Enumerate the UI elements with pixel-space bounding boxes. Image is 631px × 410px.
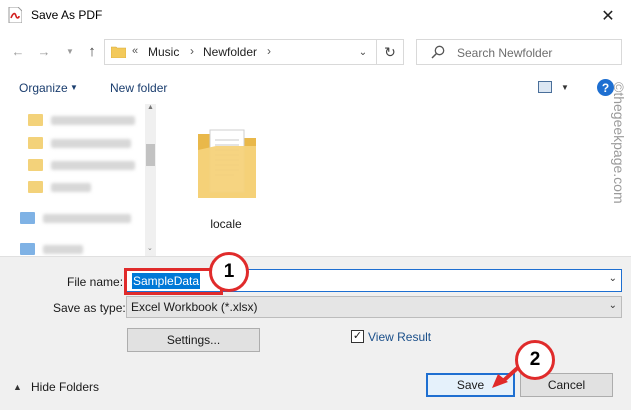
nav-item[interactable] bbox=[20, 210, 131, 226]
scroll-down-icon[interactable]: ⌄ bbox=[147, 244, 153, 252]
step-2-badge: 2 bbox=[515, 340, 555, 380]
up-button[interactable]: ↑ bbox=[82, 42, 102, 60]
search-placeholder: Search Newfolder bbox=[457, 46, 553, 60]
view-result-checkbox[interactable]: ✓ bbox=[351, 330, 364, 343]
address-bar[interactable]: « Music › Newfolder › ⌄ ↻ bbox=[104, 39, 404, 65]
blurred-label bbox=[51, 182, 91, 192]
address-row: ← → ▼ ↑ « Music › Newfolder › ⌄ ↻ Search… bbox=[0, 31, 631, 71]
close-icon: ✕ bbox=[601, 7, 615, 25]
change-view-button[interactable] bbox=[538, 81, 552, 93]
window-title: Save As PDF bbox=[31, 8, 103, 22]
search-input[interactable]: Search Newfolder bbox=[416, 39, 622, 65]
recent-locations-button[interactable]: ▼ bbox=[60, 42, 80, 60]
blurred-label bbox=[51, 138, 131, 148]
breadcrumb-music[interactable]: Music bbox=[148, 45, 179, 59]
chevron-down-icon: ▼ bbox=[70, 83, 78, 92]
pdf-app-icon bbox=[8, 7, 22, 23]
hide-folders-button[interactable]: Hide Folders bbox=[31, 380, 99, 394]
step-1-badge: 1 bbox=[209, 252, 249, 292]
chevron-up-icon[interactable]: ▲ bbox=[13, 382, 22, 392]
view-result-label[interactable]: View Result bbox=[368, 330, 431, 344]
nav-item[interactable] bbox=[28, 135, 131, 151]
folder-icon bbox=[28, 181, 43, 193]
view-options-chevron-icon[interactable]: ▼ bbox=[561, 83, 569, 92]
navigation-pane[interactable]: ▲ ⌄ bbox=[0, 104, 156, 256]
file-name-label: locale bbox=[210, 217, 242, 231]
forward-button[interactable]: → bbox=[34, 42, 54, 60]
back-button[interactable]: ← bbox=[8, 42, 28, 60]
chevron-right-icon[interactable]: › bbox=[267, 44, 271, 58]
nav-item[interactable] bbox=[28, 157, 135, 173]
overflow-chevron[interactable]: « bbox=[132, 45, 138, 57]
svg-text:©thegeekpage.com: ©thegeekpage.com bbox=[611, 82, 627, 204]
folder-icon bbox=[111, 46, 126, 58]
folder-icon bbox=[198, 129, 256, 198]
save-as-type-value: Excel Workbook (*.xlsx) bbox=[131, 300, 258, 314]
chevron-down-icon: ▼ bbox=[66, 46, 74, 56]
title-bar: Save As PDF ✕ bbox=[0, 0, 631, 31]
chevron-down-icon: ⌄ bbox=[608, 300, 617, 311]
cloud-icon bbox=[20, 212, 35, 224]
watermark: ©thegeekpage.com bbox=[611, 82, 627, 204]
arrow-left-icon: ← bbox=[11, 43, 25, 59]
blurred-label bbox=[51, 160, 135, 170]
new-folder-button[interactable]: New folder bbox=[110, 81, 167, 95]
arrow-right-icon: → bbox=[37, 43, 51, 59]
scroll-up-icon[interactable]: ▲ bbox=[147, 104, 154, 111]
blurred-label bbox=[43, 244, 83, 254]
arrow-up-icon: ↑ bbox=[88, 42, 96, 60]
chevron-down-icon: ⌄ bbox=[358, 46, 368, 58]
folder-icon bbox=[28, 137, 43, 149]
scrollbar-thumb[interactable] bbox=[146, 144, 155, 166]
refresh-icon: ↻ bbox=[384, 43, 396, 60]
save-as-type-label: Save as type: bbox=[53, 301, 126, 315]
file-name-label: File name: bbox=[67, 275, 124, 289]
settings-button[interactable]: Settings... bbox=[127, 328, 260, 352]
folder-icon bbox=[28, 114, 43, 126]
nav-item[interactable] bbox=[28, 179, 91, 195]
organize-button[interactable]: Organize bbox=[19, 81, 68, 95]
command-bar: Organize ▼ New folder ▼ ? bbox=[0, 71, 631, 104]
nav-item[interactable] bbox=[28, 112, 135, 128]
blurred-label bbox=[43, 213, 131, 223]
navigation-scrollbar[interactable]: ▲ ⌄ bbox=[145, 104, 156, 256]
refresh-button[interactable]: ↻ bbox=[376, 40, 403, 64]
chevron-down-icon[interactable]: ⌄ bbox=[609, 273, 617, 284]
address-dropdown-button[interactable]: ⌄ bbox=[350, 40, 376, 64]
breadcrumb-newfolder[interactable]: Newfolder bbox=[203, 45, 257, 59]
search-icon bbox=[431, 45, 445, 59]
chevron-right-icon[interactable]: › bbox=[190, 44, 194, 58]
blurred-label bbox=[51, 115, 135, 125]
folder-icon bbox=[28, 159, 43, 171]
computer-icon bbox=[20, 243, 35, 255]
save-options-panel: File name: SampleData ⌄ Save as type: Ex… bbox=[0, 256, 631, 410]
nav-item[interactable] bbox=[20, 241, 83, 256]
folder-item-locale[interactable]: locale bbox=[186, 114, 266, 231]
close-button[interactable]: ✕ bbox=[585, 0, 631, 31]
file-list[interactable]: locale bbox=[156, 104, 631, 256]
save-as-type-select[interactable]: Excel Workbook (*.xlsx) ⌄ bbox=[126, 296, 622, 318]
